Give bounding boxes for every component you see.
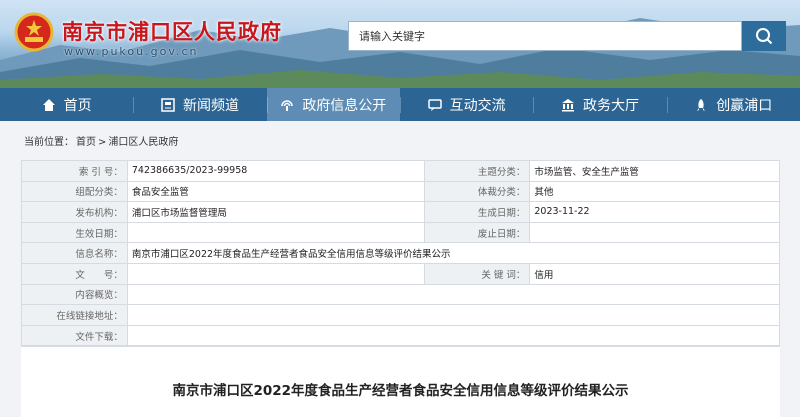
topic-label: 主题分类： [423, 160, 531, 182]
nav-item-service-hall[interactable]: 政务大厅 [533, 88, 666, 121]
download-value[interactable] [126, 324, 781, 347]
preview-label: 内容概览： [21, 283, 128, 306]
nav-label: 政务大厅 [582, 97, 639, 114]
site-title[interactable]: 南京市浦口区人民政府 [62, 16, 282, 46]
site-domain: www.pukou.gov.cn [64, 45, 199, 58]
org-label: 发布机构： [21, 201, 128, 223]
hall-icon [561, 98, 574, 111]
org-value: 浦口区市场监督管理局 [126, 201, 425, 223]
doc-value [126, 262, 425, 285]
rocket-icon [697, 98, 706, 111]
broadcast-icon [281, 99, 294, 111]
article-title: 南京市浦口区2022年度食品生产经营者食品安全信用信息等级评价结果公示 [172, 383, 629, 399]
table-row: 在线链接地址： [21, 304, 781, 326]
search-button[interactable] [742, 21, 786, 51]
info-table: 索 引 号： 742386635/2023-99958 主题分类： 市场监管、安… [21, 160, 781, 347]
keyword-value: 信用 [529, 262, 780, 285]
nav-label: 互动交流 [449, 97, 506, 114]
nav-label: 首页 [63, 97, 92, 114]
table-row: 文 号： 关 键 词： 信用 [21, 262, 780, 285]
genre-value: 其他 [529, 180, 780, 203]
created-value: 2023-11-22 [529, 201, 780, 223]
search-icon [756, 28, 773, 45]
breadcrumb-current-link[interactable]: 浦口区人民政府 [108, 137, 178, 148]
breadcrumb-home-link[interactable]: 首页 [76, 137, 96, 148]
keyword-label: 关 键 词： [423, 262, 531, 285]
nav-item-interaction[interactable]: 互动交流 [399, 88, 533, 121]
download-label: 文件下载： [21, 324, 128, 347]
nav-item-home[interactable]: 首页 [0, 88, 133, 121]
news-icon [161, 97, 175, 112]
search-input[interactable] [349, 22, 741, 50]
main-nav: 首页 新闻频道 政府信息公开 互动交流 政务大厅 创赢浦口 [0, 88, 800, 121]
genre-label: 体裁分类： [423, 180, 531, 203]
breadcrumb: 当前位置： 首页 > 浦口区人民政府 [24, 133, 180, 148]
topic-value: 市场监管、安全生产监管 [529, 160, 780, 182]
nav-item-news[interactable]: 新闻频道 [133, 88, 266, 121]
article-panel: 南京市浦口区2022年度食品生产经营者食品安全信用信息等级评价结果公示 [21, 346, 780, 417]
table-row: 信息名称： 南京市浦口区2022年度食品生产经营者食品安全信用信息等级评价结果公… [21, 242, 781, 264]
table-row: 内容概览： [21, 283, 781, 306]
group-value: 食品安全监管 [126, 180, 425, 203]
link-label: 在线链接地址： [21, 304, 128, 326]
nav-label: 新闻频道 [182, 97, 239, 114]
breadcrumb-separator: > [98, 137, 107, 148]
table-row: 索 引 号： 742386635/2023-99958 主题分类： 市场监管、安… [21, 160, 780, 182]
link-value[interactable] [126, 304, 781, 326]
table-row: 生效日期： 废止日期： [21, 221, 780, 244]
repeal-label: 废止日期： [423, 221, 531, 244]
nav-label: 政府信息公开 [302, 97, 387, 114]
name-value: 南京市浦口区2022年度食品生产经营者食品安全信用信息等级评价结果公示 [126, 242, 781, 264]
nav-label: 创赢浦口 [716, 97, 773, 114]
national-emblem-icon [14, 12, 54, 52]
repeal-value [529, 221, 780, 244]
site-header: 南京市浦口区人民政府 www.pukou.gov.cn [0, 0, 800, 88]
table-row: 文件下载： [21, 324, 781, 347]
nav-item-gov-info[interactable]: 政府信息公开 [266, 88, 400, 121]
table-row: 发布机构： 浦口区市场监督管理局 生成日期： 2023-11-22 [21, 201, 780, 223]
search-box [348, 21, 742, 51]
home-icon [42, 98, 55, 111]
created-label: 生成日期： [423, 201, 531, 223]
index-label: 索 引 号： [21, 160, 128, 182]
table-row: 组配分类： 食品安全监管 体裁分类： 其他 [21, 180, 780, 203]
breadcrumb-prefix: 当前位置： [24, 137, 74, 148]
nav-item-pukou-win[interactable]: 创赢浦口 [666, 88, 800, 121]
name-label: 信息名称： [21, 242, 128, 264]
effective-label: 生效日期： [21, 221, 128, 244]
doc-label: 文 号： [21, 262, 128, 285]
preview-value [126, 283, 781, 306]
effective-value [126, 221, 425, 244]
index-value: 742386635/2023-99958 [126, 160, 425, 182]
chat-icon [427, 98, 442, 111]
info-table-panel: 索 引 号： 742386635/2023-99958 主题分类： 市场监管、安… [21, 160, 781, 347]
group-label: 组配分类： [21, 180, 128, 203]
